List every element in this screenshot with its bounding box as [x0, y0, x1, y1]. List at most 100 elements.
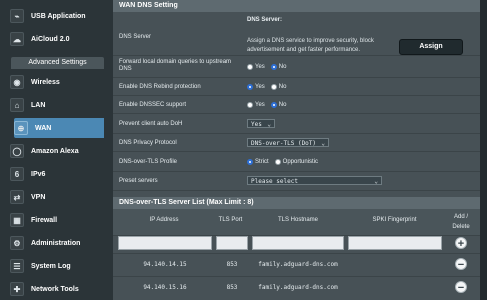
row-ip: 94.140.15.16 — [143, 284, 187, 291]
col-spki-fingerprint: SPKI Fingerprint — [372, 217, 417, 223]
wan-dns-panel: WAN DNS Setting DNS Server DNS Server: A… — [113, 0, 480, 300]
radio-label: No — [278, 64, 287, 70]
radio-label: No — [278, 84, 287, 90]
prevent-doh-select[interactable]: Yes ⌄ — [247, 119, 275, 128]
dot-strict-radio[interactable] — [247, 159, 253, 165]
cloud-icon: ☁ — [10, 32, 24, 46]
sidebar-item-vpn[interactable]: ⇄ VPN — [10, 187, 104, 207]
col-add-delete: Add / Delete — [452, 214, 470, 230]
dns-server-description: Assign a DNS service to improve security… — [247, 38, 374, 53]
dns-rebind-row: Enable DNS Rebind protection Yes No — [113, 78, 480, 96]
col-ip-address: IP Address — [149, 217, 179, 223]
sidebar-item-amazon-alexa[interactable]: ◯ Amazon Alexa — [10, 141, 104, 161]
alexa-icon: ◯ — [10, 144, 24, 158]
dns-server-label: DNS Server — [119, 34, 152, 40]
forward-local-no-radio[interactable] — [270, 64, 277, 70]
col-tls-port: TLS Port — [218, 217, 243, 223]
sidebar-item-label: VPN — [31, 193, 46, 201]
dnssec-row: Enable DNSSEC support Yes No — [113, 96, 480, 114]
sidebar-item-network-tools[interactable]: ✚ Network Tools — [10, 279, 104, 299]
dns-rebind-yes-radio[interactable] — [247, 84, 253, 90]
select-value: Please select — [251, 178, 298, 185]
log-icon: ☰ — [10, 259, 24, 273]
dnssec-yes-radio[interactable] — [247, 102, 253, 108]
select-value: DNS-over-TLS (DoT) — [251, 140, 317, 147]
assign-button[interactable]: Assign — [399, 39, 463, 55]
radio-label: Strict — [255, 159, 269, 165]
sidebar-item-label: Wireless — [31, 78, 60, 86]
sidebar-item-wan[interactable]: ⊕ WAN — [14, 118, 104, 138]
chevron-down-icon: ⌄ — [321, 140, 325, 147]
dot-opportunistic-radio[interactable] — [274, 159, 281, 165]
dnssec-label: Enable DNSSEC support — [119, 102, 187, 108]
sidebar-item-usb-application[interactable]: ⌁ USB Application — [10, 6, 104, 26]
wifi-icon: ◉ — [10, 75, 24, 89]
radio-label: Yes — [255, 64, 265, 70]
home-icon: ⌂ — [10, 98, 24, 112]
dns-rebind-label: Enable DNS Rebind protection — [119, 84, 201, 90]
dnssec-no-radio[interactable] — [270, 102, 277, 108]
sidebar-item-label: USB Application — [31, 12, 86, 20]
tools-icon: ✚ — [10, 282, 24, 296]
server-list-header: IP Address TLS Port TLS Hostname SPKI Fi… — [113, 209, 480, 236]
sidebar: ⌁ USB Application ☁ AiCloud 2.0 Advanced… — [0, 0, 104, 300]
sidebar-item-label: Firewall — [31, 216, 58, 224]
row-port: 853 — [226, 284, 238, 291]
add-server-button[interactable]: + — [455, 237, 467, 250]
row-hostname: family.adguard-dns.com — [258, 261, 338, 268]
col-tls-hostname: TLS Hostname — [277, 217, 319, 223]
ip-address-input[interactable] — [118, 236, 212, 250]
dns-rebind-no-radio[interactable] — [270, 84, 277, 90]
sidebar-item-label: IPv6 — [31, 170, 46, 178]
sidebar-item-label: WAN — [35, 124, 52, 132]
chevron-down-icon: ⌄ — [374, 178, 378, 185]
radio-label: Yes — [255, 102, 265, 108]
sidebar-item-system-log[interactable]: ☰ System Log — [10, 256, 104, 276]
sidebar-item-administration[interactable]: ⚙ Administration — [10, 233, 104, 253]
panel-title: WAN DNS Setting — [113, 0, 480, 12]
dns-server-heading: DNS Server: — [247, 17, 283, 23]
usb-icon: ⌁ — [10, 9, 24, 23]
preset-servers-label: Preset servers — [119, 178, 158, 184]
sidebar-item-ipv6[interactable]: 6 IPv6 — [10, 164, 104, 184]
page-scrollbar[interactable] — [480, 0, 487, 300]
privacy-protocol-select[interactable]: DNS-over-TLS (DoT) ⌄ — [247, 138, 329, 147]
preset-servers-row: Preset servers Please select ⌄ — [113, 172, 480, 191]
sidebar-item-wireless[interactable]: ◉ Wireless — [10, 72, 104, 92]
sidebar-item-label: Administration — [31, 239, 81, 247]
select-value: Yes — [251, 121, 262, 128]
tls-hostname-input[interactable] — [252, 236, 344, 250]
sidebar-item-label: AiCloud 2.0 — [31, 35, 70, 43]
privacy-protocol-label: DNS Privacy Protocol — [119, 140, 177, 146]
forward-local-label: Forward local domain queries to upstream… — [119, 59, 232, 72]
prevent-doh-row: Prevent client auto DoH Yes ⌄ — [113, 114, 480, 134]
user-admin-icon: ⚙ — [10, 236, 24, 250]
dot-profile-row: DNS-over-TLS Profile Strict Opportunisti… — [113, 152, 480, 172]
forward-local-yes-radio[interactable] — [247, 64, 253, 70]
preset-servers-select[interactable]: Please select ⌄ — [247, 176, 382, 185]
dot-profile-label: DNS-over-TLS Profile — [119, 159, 178, 165]
privacy-protocol-row: DNS Privacy Protocol DNS-over-TLS (DoT) … — [113, 134, 480, 152]
table-row: 94.140.15.16 853 family.adguard-dns.com … — [113, 276, 480, 298]
delete-server-button[interactable]: − — [455, 258, 467, 271]
sidebar-item-label: Amazon Alexa — [31, 147, 79, 155]
row-port: 853 — [226, 261, 238, 268]
radio-label: Yes — [255, 84, 265, 90]
vpn-icon: ⇄ — [10, 190, 24, 204]
sidebar-item-firewall[interactable]: ▦ Firewall — [10, 210, 104, 230]
forward-local-row: Forward local domain queries to upstream… — [113, 56, 480, 78]
sidebar-item-label: LAN — [31, 101, 46, 109]
advanced-settings-header: Advanced Settings — [11, 57, 104, 69]
tls-port-input[interactable] — [216, 236, 248, 250]
radio-label: Opportunistic — [282, 159, 319, 165]
sidebar-item-lan[interactable]: ⌂ LAN — [10, 95, 104, 115]
row-hostname: family.adguard-dns.com — [258, 284, 338, 291]
chevron-down-icon: ⌄ — [267, 121, 271, 128]
sidebar-item-label: Network Tools — [31, 285, 79, 293]
sidebar-item-aicloud[interactable]: ☁ AiCloud 2.0 — [10, 29, 104, 49]
table-row: 94.140.14.15 853 family.adguard-dns.com … — [113, 253, 480, 275]
spki-fingerprint-input[interactable] — [348, 236, 442, 250]
firewall-icon: ▦ — [10, 213, 24, 227]
delete-server-button[interactable]: − — [455, 281, 467, 294]
server-list-title: DNS-over-TLS Server List (Max Limit : 8) — [113, 197, 480, 209]
